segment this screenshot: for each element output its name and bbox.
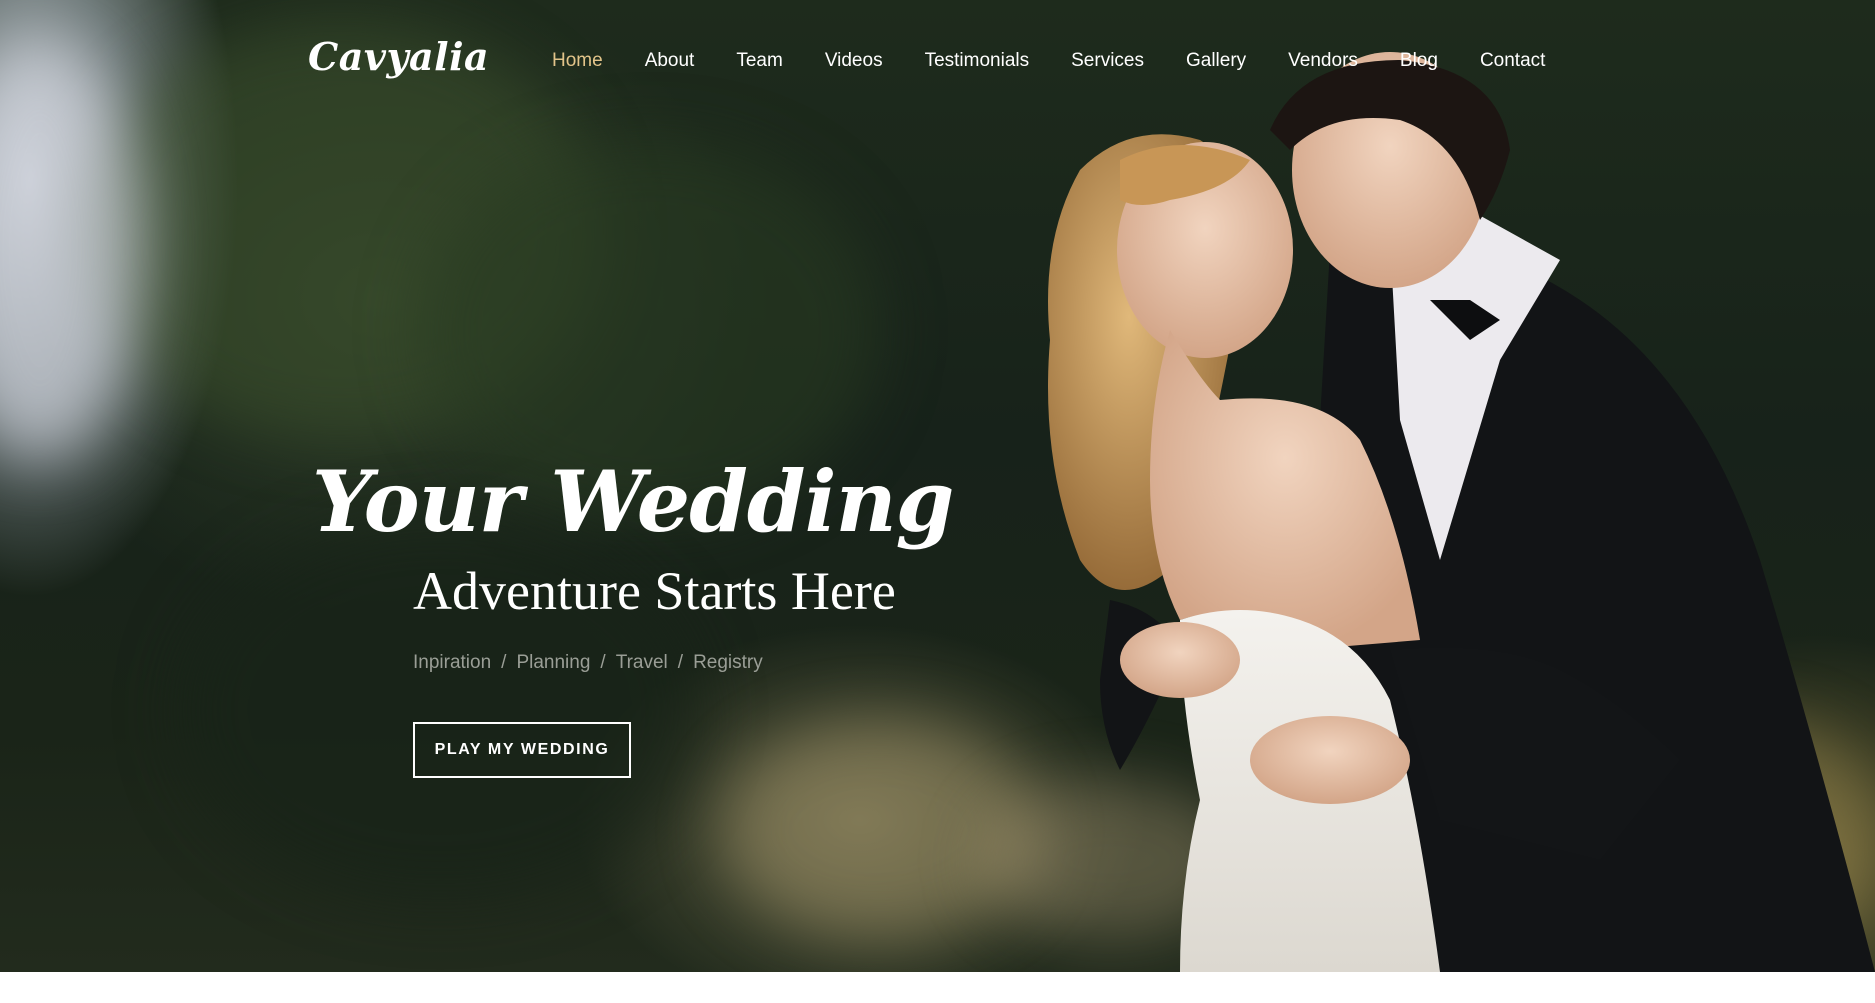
nav-item-home[interactable]: Home xyxy=(552,50,603,72)
tagline-separator: / xyxy=(501,652,507,673)
nav-item-blog[interactable]: Blog xyxy=(1400,50,1438,72)
nav-item-team[interactable]: Team xyxy=(736,50,782,72)
tagline-item: Registry xyxy=(693,652,763,673)
site-logo[interactable]: Cavyalia xyxy=(308,34,489,79)
tagline-item: Planning xyxy=(516,652,591,673)
nav-item-services[interactable]: Services xyxy=(1071,50,1144,72)
nav-item-videos[interactable]: Videos xyxy=(825,50,883,72)
nav-item-about[interactable]: About xyxy=(645,50,695,72)
nav-item-testimonials[interactable]: Testimonials xyxy=(925,50,1030,72)
tagline-separator: / xyxy=(677,652,684,673)
tagline-item: Inpiration xyxy=(413,652,492,673)
hero-headline: Your Wedding xyxy=(312,452,954,551)
nav-item-gallery[interactable]: Gallery xyxy=(1186,50,1246,72)
play-my-wedding-button[interactable]: PLAY MY WEDDING xyxy=(413,722,631,778)
hero-subheadline: Adventure Starts Here xyxy=(413,561,896,621)
nav-item-vendors[interactable]: Vendors xyxy=(1288,50,1358,72)
tagline-separator: / xyxy=(600,652,606,673)
nav-item-contact[interactable]: Contact xyxy=(1480,50,1545,72)
site-header: Cavyalia Home About Team Videos Testimon… xyxy=(0,0,1875,122)
tagline-item: Travel xyxy=(615,652,668,673)
hero-tagline: Inpiration / Planning / Travel / Registry xyxy=(413,652,763,674)
main-navigation: Home About Team Videos Testimonials Serv… xyxy=(552,48,1545,74)
